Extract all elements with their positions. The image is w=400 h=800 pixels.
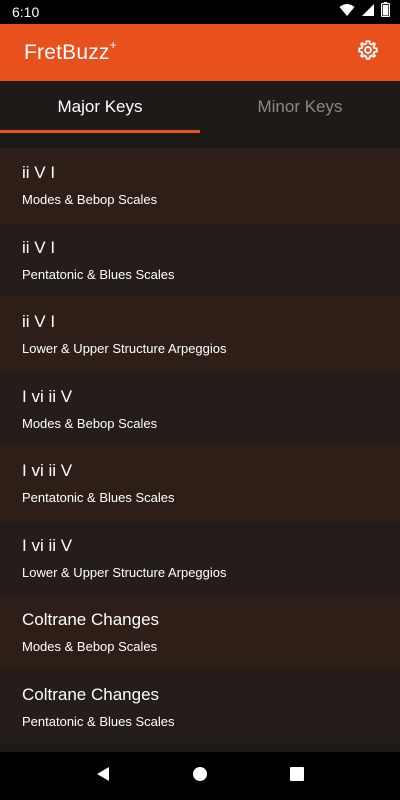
- home-button[interactable]: [180, 756, 220, 796]
- item-subtitle: Pentatonic & Blues Scales: [22, 490, 175, 505]
- item-subtitle: Lower & Upper Structure Arpeggios: [22, 341, 227, 356]
- item-subtitle: Pentatonic & Blues Scales: [22, 266, 175, 282]
- item-subtitle: Modes & Bebop Scales: [22, 415, 158, 431]
- settings-button[interactable]: [354, 39, 382, 67]
- recents-button[interactable]: [277, 756, 317, 796]
- system-nav-bar: [0, 752, 400, 800]
- list-item[interactable]: ii V I Pentatonic & Blues Scales: [0, 222, 400, 297]
- app-title-text: FretBuzz: [24, 41, 110, 64]
- item-title: Coltrane Changes: [22, 684, 160, 704]
- item-subtitle: Modes & Bebop Scales: [22, 192, 158, 207]
- list-item[interactable]: ii V I Lower & Upper Structure Arpeggios: [0, 297, 400, 372]
- app-bar: FretBuzz+: [0, 24, 400, 81]
- item-subtitle: Pentatonic & Blues Scales: [22, 713, 175, 729]
- item-subtitle: Lower & Upper Structure Arpeggios: [22, 564, 227, 580]
- list-item[interactable]: I vi ii V Modes & Bebop Scales: [0, 371, 400, 446]
- app-title: FretBuzz+: [24, 38, 117, 65]
- status-icons: [339, 2, 391, 22]
- home-icon: [192, 766, 208, 787]
- tab-minor-keys[interactable]: Minor Keys: [200, 81, 400, 133]
- list-item[interactable]: I vi ii V Pentatonic & Blues Scales: [0, 446, 400, 521]
- wifi-icon: [339, 3, 355, 22]
- signal-icon: [361, 3, 375, 22]
- list-item[interactable]: Coltrane Changes Pentatonic & Blues Scal…: [0, 669, 400, 744]
- item-title: I vi ii V: [22, 535, 73, 555]
- tab-major-keys[interactable]: Major Keys: [0, 81, 200, 133]
- item-title: Coltrane Changes: [22, 610, 160, 629]
- item-title: ii V I: [22, 312, 56, 331]
- list-item[interactable]: ii V I Modes & Bebop Scales: [0, 148, 400, 223]
- back-button[interactable]: [83, 756, 123, 796]
- item-subtitle: Modes & Bebop Scales: [22, 639, 158, 654]
- gear-icon: [357, 39, 379, 66]
- list-item[interactable]: I vi ii V Lower & Upper Structure Arpegg…: [0, 520, 400, 595]
- recents-icon: [289, 766, 304, 786]
- battery-icon: [380, 2, 391, 22]
- progression-list: ii V I Modes & Bebop Scales ii V I Penta…: [0, 148, 400, 752]
- status-bar: 6:10: [0, 0, 400, 24]
- status-time: 6:10: [12, 4, 40, 20]
- item-title: ii V I: [22, 163, 56, 182]
- app-title-superscript: +: [109, 38, 117, 52]
- back-icon: [95, 766, 111, 787]
- list-item[interactable]: Coltrane Changes Modes & Bebop Scales: [0, 595, 400, 670]
- item-title: I vi ii V: [22, 386, 73, 406]
- active-tab-indicator: [0, 130, 200, 133]
- item-title: ii V I: [22, 237, 56, 257]
- key-tabs: Major Keys Minor Keys: [0, 81, 400, 133]
- item-title: I vi ii V: [22, 461, 73, 480]
